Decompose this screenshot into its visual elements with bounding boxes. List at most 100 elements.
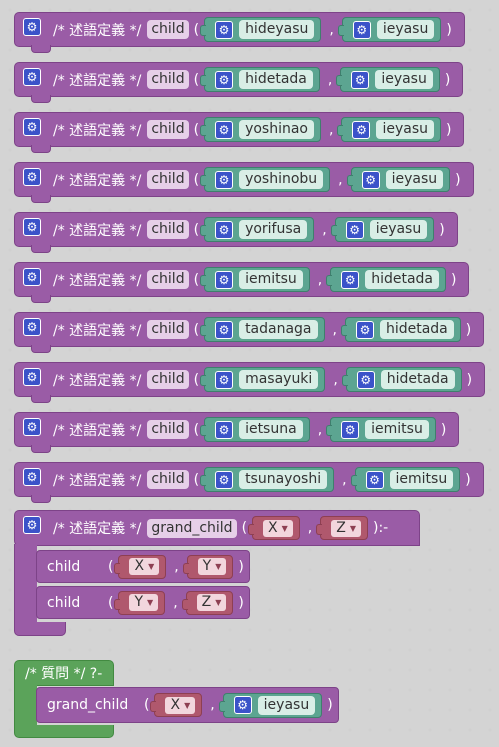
predicate-name[interactable]: child <box>147 370 189 389</box>
predicate-name[interactable]: child <box>147 470 189 489</box>
atom-value[interactable]: ieyasu <box>385 170 444 189</box>
fact-block-child[interactable]: ⚙ /* 述語定義 */ child(⚙ masayuki, ⚙ hidetada) <box>14 362 486 403</box>
predicate-name[interactable]: child <box>147 70 189 89</box>
variable-dropdown[interactable]: Y ▼ <box>197 558 227 575</box>
gear-icon[interactable]: ⚙ <box>215 370 234 389</box>
atom-value[interactable]: ieyasu <box>376 120 434 139</box>
body-goal-1[interactable]: child ( X ▼ , Y ▼ ) <box>36 550 250 583</box>
atom-value[interactable]: ieyasu <box>375 70 433 89</box>
gear-icon[interactable]: ⚙ <box>215 220 234 239</box>
variable-dropdown[interactable]: X ▼ <box>165 696 196 714</box>
gear-icon[interactable]: ⚙ <box>23 368 41 386</box>
predicate-name[interactable]: child <box>147 320 189 339</box>
gear-icon[interactable]: ⚙ <box>356 370 375 389</box>
fact-block-child[interactable]: ⚙ /* 述語定義 */ child(⚙ yoshinobu, ⚙ ieyasu) <box>14 162 474 203</box>
predicate-name[interactable]: grand_child <box>147 518 237 538</box>
atom-block[interactable]: ⚙ tsunayoshi <box>200 467 335 492</box>
gear-icon[interactable]: ⚙ <box>23 68 41 86</box>
fact-block-child[interactable]: ⚙ /* 述語定義 */ child(⚙ yoshinao, ⚙ ieyasu) <box>14 112 465 153</box>
atom-block[interactable]: ⚙ ieyasu <box>337 17 442 42</box>
gear-icon[interactable]: ⚙ <box>215 470 234 489</box>
gear-icon[interactable]: ⚙ <box>341 270 360 289</box>
variable-dropdown[interactable]: Y ▼ <box>129 594 159 611</box>
atom-block[interactable]: ⚙ iemitsu <box>350 467 461 492</box>
atom-value[interactable]: iemitsu <box>365 420 429 439</box>
gear-icon[interactable]: ⚙ <box>23 218 41 236</box>
fact-block-child[interactable]: ⚙ /* 述語定義 */ child(⚙ tsunayoshi, ⚙ iemitsu) <box>14 462 484 503</box>
gear-icon[interactable]: ⚙ <box>215 120 234 139</box>
gear-icon[interactable]: ⚙ <box>365 470 384 489</box>
fact-block-child[interactable]: ⚙ /* 述語定義 */ child(⚙ hidetada, ⚙ ieyasu) <box>14 62 464 103</box>
atom-block[interactable]: ⚙ hidetada <box>341 367 462 392</box>
gear-icon[interactable]: ⚙ <box>215 70 234 89</box>
variable-dropdown[interactable]: X ▼ <box>263 519 293 537</box>
query-block[interactable]: /* 質問 */ ?- grand_child ( X ▼ , ⚙ ieyasu… <box>14 660 358 740</box>
atom-value[interactable]: hideyasu <box>239 20 315 39</box>
atom-block[interactable]: ⚙ iemitsu <box>200 267 310 292</box>
gear-icon[interactable]: ⚙ <box>351 70 370 89</box>
gear-icon[interactable]: ⚙ <box>215 20 234 39</box>
fact-block-child[interactable]: ⚙ /* 述語定義 */ child(⚙ tadanaga, ⚙ hidetada) <box>14 312 485 353</box>
atom-value[interactable]: hidetada <box>365 270 439 289</box>
atom-value[interactable]: ieyasu <box>376 20 435 39</box>
rule-head[interactable]: ⚙ /* 述語定義 */ grand_child ( X ▼ , Z ▼ ):- <box>14 510 420 546</box>
gear-icon[interactable]: ⚙ <box>23 18 41 36</box>
body-goal-2[interactable]: child ( Y ▼ , Z ▼ ) <box>36 586 250 619</box>
atom-value[interactable]: yoshinao <box>239 120 314 139</box>
variable-dropdown[interactable]: Z ▼ <box>196 594 227 611</box>
atom-block[interactable]: ⚙ ieyasu <box>336 67 440 92</box>
atom-block[interactable]: ⚙ hidetada <box>200 67 320 92</box>
predicate-name[interactable]: child <box>147 270 189 289</box>
variable-block[interactable]: X ▼ <box>150 693 203 717</box>
predicate-name[interactable]: child <box>147 20 189 39</box>
atom-value[interactable]: tsunayoshi <box>239 470 328 489</box>
atom-block[interactable]: ⚙ tadanaga <box>200 317 325 342</box>
gear-icon[interactable]: ⚙ <box>215 420 234 439</box>
gear-icon[interactable]: ⚙ <box>215 320 234 339</box>
variable-dropdown[interactable]: X ▼ <box>129 558 160 575</box>
atom-block[interactable]: ⚙ hidetada <box>340 317 461 342</box>
query-goal[interactable]: grand_child ( X ▼ , ⚙ ieyasu ) <box>36 687 339 723</box>
predicate-name[interactable]: child <box>147 120 189 139</box>
gear-icon[interactable]: ⚙ <box>23 318 41 336</box>
atom-block[interactable]: ⚙ ieyasu <box>346 167 451 192</box>
atom-block[interactable]: ⚙ yoshinobu <box>200 167 331 192</box>
atom-block[interactable]: ⚙ ieyasu <box>218 692 323 718</box>
atom-value[interactable]: iemitsu <box>239 270 303 289</box>
gear-icon[interactable]: ⚙ <box>23 418 41 436</box>
atom-value[interactable]: hidetada <box>379 320 454 339</box>
atom-block[interactable]: ⚙ yoshinao <box>200 117 321 142</box>
atom-value[interactable]: yorifusa <box>239 220 308 239</box>
atom-block[interactable]: ⚙ ietsuna <box>200 417 310 442</box>
gear-icon[interactable]: ⚙ <box>361 170 380 189</box>
rule-block-grand-child[interactable]: ⚙ /* 述語定義 */ grand_child ( X ▼ , Z ▼ ):-… <box>14 510 420 636</box>
query-head[interactable]: /* 質問 */ ?- <box>14 660 114 686</box>
atom-block[interactable]: ⚙ ieyasu <box>330 217 435 242</box>
gear-icon[interactable]: ⚙ <box>233 696 252 714</box>
atom-value[interactable]: hidetada <box>380 370 455 389</box>
gear-icon[interactable]: ⚙ <box>352 120 371 139</box>
variable-block[interactable]: X ▼ <box>248 516 300 540</box>
gear-icon[interactable]: ⚙ <box>23 118 41 136</box>
atom-block[interactable]: ⚙ ieyasu <box>337 117 441 142</box>
atom-value[interactable]: iemitsu <box>389 470 454 489</box>
gear-icon[interactable]: ⚙ <box>23 468 41 486</box>
variable-block[interactable]: Z ▼ <box>181 590 234 615</box>
atom-value[interactable]: masayuki <box>239 370 319 389</box>
atom-block[interactable]: ⚙ yorifusa <box>200 217 315 242</box>
atom-block[interactable]: ⚙ masayuki <box>200 367 326 392</box>
predicate-name[interactable]: child <box>147 220 189 239</box>
fact-block-child[interactable]: ⚙ /* 述語定義 */ child(⚙ iemitsu, ⚙ hidetada) <box>14 262 470 303</box>
variable-dropdown[interactable]: Z ▼ <box>331 519 361 537</box>
variable-block[interactable]: Y ▼ <box>182 554 234 579</box>
atom-block[interactable]: ⚙ iemitsu <box>326 417 436 442</box>
atom-value[interactable]: ieyasu <box>257 695 316 715</box>
gear-icon[interactable]: ⚙ <box>215 270 234 289</box>
gear-icon[interactable]: ⚙ <box>352 20 371 39</box>
gear-icon[interactable]: ⚙ <box>23 516 41 534</box>
atom-value[interactable]: ietsuna <box>239 420 303 439</box>
variable-block[interactable]: Y ▼ <box>114 590 166 615</box>
variable-block[interactable]: X ▼ <box>114 554 167 579</box>
variable-block[interactable]: Z ▼ <box>316 516 368 540</box>
gear-icon[interactable]: ⚙ <box>345 220 364 239</box>
